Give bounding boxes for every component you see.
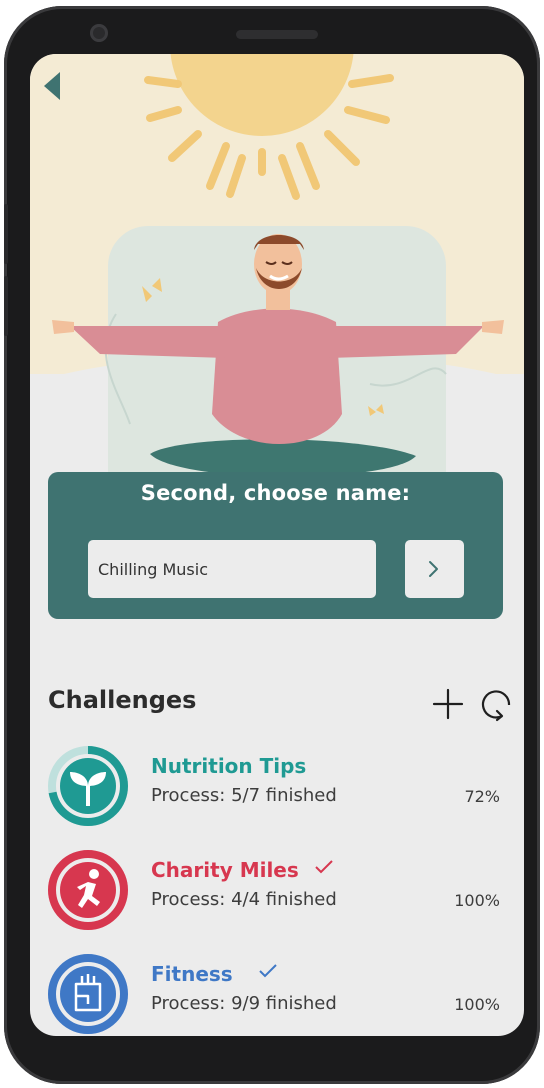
challenge-process: Process: 9/9 finished [151, 993, 337, 1014]
add-challenge-button[interactable] [430, 686, 466, 722]
volume-key [4, 276, 8, 336]
progress-ring [48, 850, 128, 930]
check-icon [259, 964, 277, 978]
challenge-percent: 72% [464, 787, 500, 806]
front-camera [90, 24, 108, 42]
refresh-challenges-button[interactable] [478, 685, 516, 723]
challenge-percent: 100% [454, 995, 500, 1014]
back-button[interactable] [40, 68, 66, 104]
challenge-name: Nutrition Tips [151, 754, 307, 778]
refresh-icon [481, 690, 511, 722]
progress-ring [48, 746, 128, 826]
name-form-card: Second, choose name: [48, 472, 503, 619]
submit-name-button[interactable] [405, 540, 464, 598]
challenge-process: Process: 4/4 finished [151, 889, 337, 910]
progress-ring [48, 954, 128, 1034]
challenges-title: Challenges [48, 686, 197, 714]
sun-illustration [144, 54, 394, 200]
phone-frame: Second, choose name: Challenges [4, 6, 540, 1084]
name-input[interactable] [88, 540, 376, 598]
plus-icon [432, 688, 464, 720]
volume-key [4, 204, 8, 264]
chevron-right-icon [429, 561, 438, 577]
back-arrow-icon [44, 72, 60, 100]
app-screen: Second, choose name: Challenges [30, 54, 524, 1036]
check-icon [315, 860, 333, 874]
earpiece-speaker [236, 30, 318, 39]
challenge-item-fitness[interactable]: Fitness Process: 9/9 finished 100% [48, 954, 508, 1036]
challenge-name: Fitness [151, 962, 233, 986]
challenge-name: Charity Miles [151, 858, 299, 882]
challenge-percent: 100% [454, 891, 500, 910]
challenge-item-charity-miles[interactable]: Charity Miles Process: 4/4 finished 100% [48, 850, 508, 936]
form-title: Second, choose name: [140, 481, 411, 505]
challenge-process: Process: 5/7 finished [151, 785, 337, 806]
challenge-item-nutrition-tips[interactable]: Nutrition Tips Process: 5/7 finished 72% [48, 746, 508, 832]
